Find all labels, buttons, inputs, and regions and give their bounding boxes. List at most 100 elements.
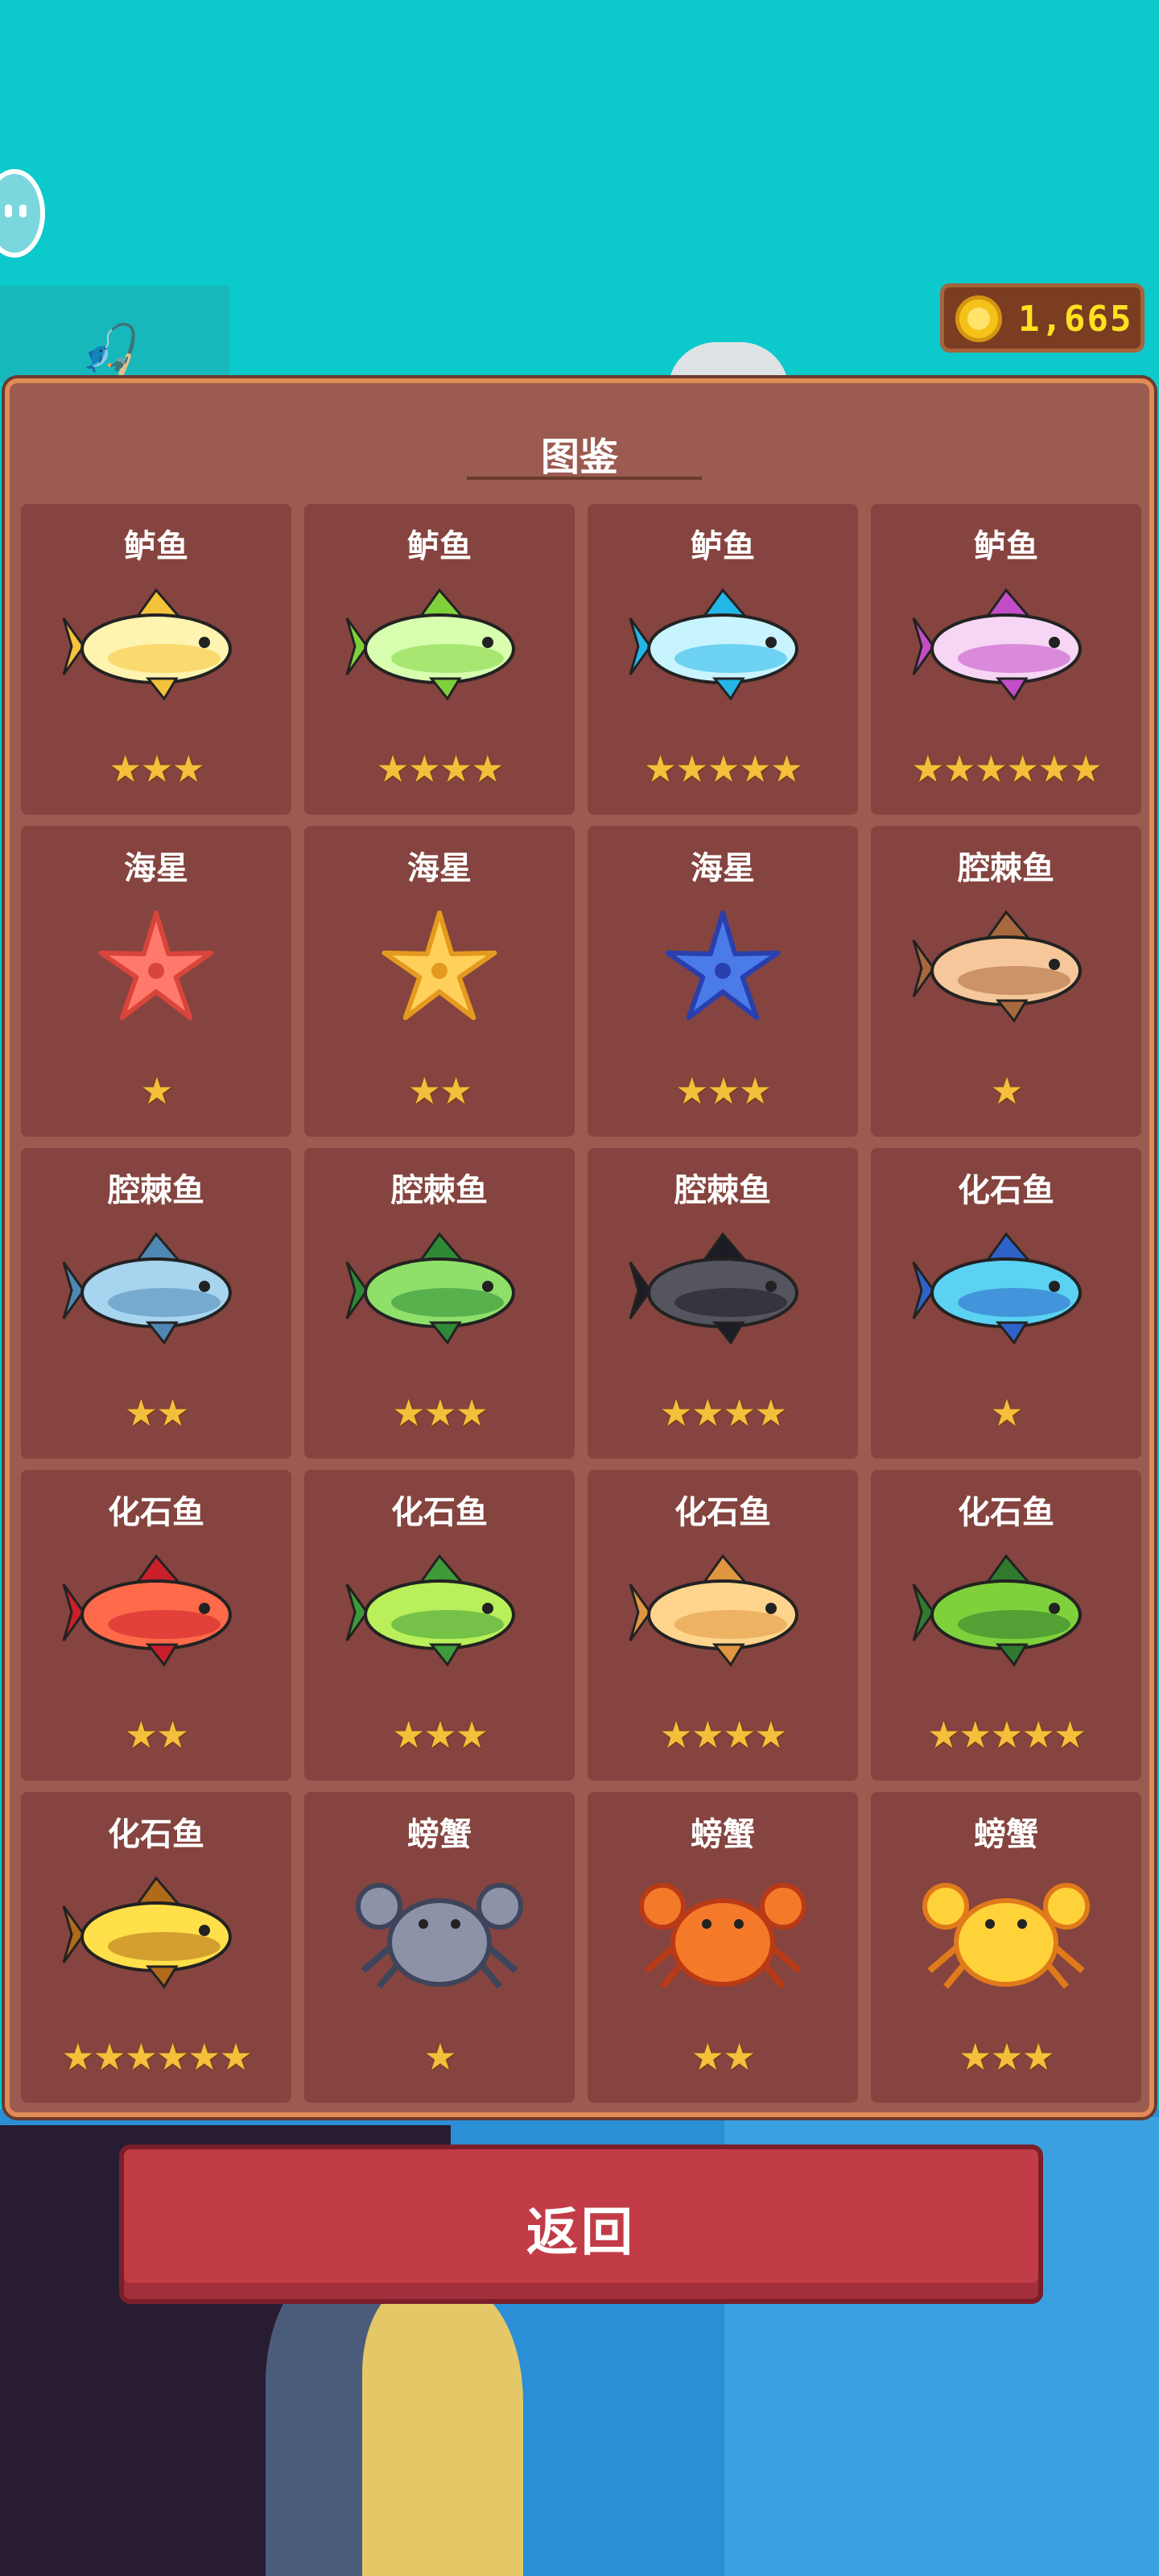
avatar-eye xyxy=(19,204,27,217)
creature-name: 海星 xyxy=(691,850,755,887)
fish-icon xyxy=(62,1876,232,1989)
creature-name: 海星 xyxy=(407,850,472,887)
avatar-eye xyxy=(5,204,12,217)
creature-name: 化石鱼 xyxy=(958,1172,1054,1209)
star-rating: ★★★★★ xyxy=(643,747,803,791)
collection-grid: 鲈鱼 ★★★ 鲈鱼 ★★★★ 鲈鱼 ★★★★★ 鲈鱼 ★★★★★★ 海星 ★ 海星 ★★ 海星 ★★★ 腔棘… xyxy=(21,504,1143,2106)
star-rating: ★★★ xyxy=(392,1713,489,1757)
creature-sprite xyxy=(343,1222,536,1359)
creature-sprite xyxy=(60,1866,253,2003)
fishing-rod-tab[interactable]: 🎣 xyxy=(0,286,229,382)
creature-name: 鲈鱼 xyxy=(407,528,472,565)
creature-sprite xyxy=(626,1866,819,2003)
coin-amount: 1,665 xyxy=(1018,299,1133,340)
sand-strip xyxy=(362,2286,523,2576)
creature-name: 化石鱼 xyxy=(391,1494,488,1531)
collection-card[interactable]: 海星 ★★ xyxy=(304,826,575,1137)
collection-card[interactable]: 化石鱼 ★★★★★ xyxy=(871,1470,1141,1781)
collection-card[interactable]: 螃蟹 ★ xyxy=(304,1792,575,2103)
crab-icon xyxy=(356,1883,523,1989)
star-rating: ★★★★ xyxy=(659,1713,788,1757)
coin-counter: 1,665 xyxy=(940,283,1145,353)
fish-icon xyxy=(345,1554,515,1667)
collection-card[interactable]: 腔棘鱼 ★★★★ xyxy=(588,1148,858,1459)
creature-sprite xyxy=(909,578,1103,715)
creature-sprite xyxy=(60,900,253,1037)
starfish-icon xyxy=(382,910,497,1021)
creature-name: 化石鱼 xyxy=(108,1494,204,1531)
collection-card[interactable]: 腔棘鱼 ★ xyxy=(871,826,1141,1137)
creature-name: 化石鱼 xyxy=(108,1816,204,1853)
collection-card[interactable]: 螃蟹 ★★★ xyxy=(871,1792,1141,2103)
collection-panel: 图鉴 鲈鱼 ★★★ 鲈鱼 ★★★★ 鲈鱼 ★★★★★ 鲈鱼 ★★★★★★ 海星 ★ 海星 ★★ 海星 ★★… xyxy=(5,378,1154,2117)
creature-name: 螃蟹 xyxy=(974,1816,1038,1853)
star-rating: ★★★ xyxy=(675,1069,772,1113)
creature-sprite xyxy=(626,1222,819,1359)
collection-card[interactable]: 鲈鱼 ★★★ xyxy=(21,504,291,815)
fishing-hook-icon: 🎣 xyxy=(80,322,141,378)
collection-card[interactable]: 鲈鱼 ★★★★★★ xyxy=(871,504,1141,815)
star-rating: ★★★★★ xyxy=(926,1713,1087,1757)
fish-icon xyxy=(629,1232,798,1345)
creature-sprite xyxy=(343,900,536,1037)
creature-sprite xyxy=(909,1866,1103,2003)
creature-name: 腔棘鱼 xyxy=(391,1172,488,1209)
creature-sprite xyxy=(343,578,536,715)
creature-sprite xyxy=(909,1544,1103,1681)
fish-icon xyxy=(629,588,798,701)
star-rating: ★★ xyxy=(691,2035,756,2079)
fish-icon xyxy=(345,588,515,701)
fish-icon xyxy=(912,588,1082,701)
star-rating: ★★ xyxy=(407,1069,472,1113)
fish-icon xyxy=(62,1554,232,1667)
starfish-icon xyxy=(98,910,214,1021)
star-rating: ★ xyxy=(990,1391,1023,1435)
creature-name: 螃蟹 xyxy=(407,1816,472,1853)
collection-card[interactable]: 腔棘鱼 ★★★ xyxy=(304,1148,575,1459)
panel-title: 图鉴 xyxy=(540,435,618,480)
star-rating: ★★★★ xyxy=(659,1391,788,1435)
collection-card[interactable]: 螃蟹 ★★ xyxy=(588,1792,858,2103)
star-rating: ★★★★ xyxy=(376,747,505,791)
fish-icon xyxy=(912,1232,1082,1345)
creature-name: 腔棘鱼 xyxy=(674,1172,771,1209)
star-rating: ★★ xyxy=(124,1713,189,1757)
creature-name: 化石鱼 xyxy=(958,1494,1054,1531)
crab-icon xyxy=(639,1883,806,1989)
creature-name: 化石鱼 xyxy=(674,1494,771,1531)
creature-sprite xyxy=(909,1222,1103,1359)
collection-card[interactable]: 鲈鱼 ★★★★★ xyxy=(588,504,858,815)
fish-icon xyxy=(345,1232,515,1345)
collection-card[interactable]: 腔棘鱼 ★★ xyxy=(21,1148,291,1459)
creature-sprite xyxy=(60,578,253,715)
creature-sprite xyxy=(343,1544,536,1681)
coin-icon xyxy=(955,295,1002,342)
back-button-label: 返回 xyxy=(526,2203,636,2263)
title-underline xyxy=(467,477,702,480)
collection-card[interactable]: 化石鱼 ★★★★★★ xyxy=(21,1792,291,2103)
collection-card[interactable]: 鲈鱼 ★★★★ xyxy=(304,504,575,815)
creature-sprite xyxy=(909,900,1103,1037)
creature-name: 鲈鱼 xyxy=(691,528,755,565)
collection-card[interactable]: 化石鱼 ★★ xyxy=(21,1470,291,1781)
collection-card[interactable]: 化石鱼 ★★★★ xyxy=(588,1470,858,1781)
creature-sprite xyxy=(60,1222,253,1359)
fish-icon xyxy=(629,1554,798,1667)
star-rating: ★ xyxy=(990,1069,1023,1113)
star-rating: ★★★ xyxy=(959,2035,1055,2079)
collection-card[interactable]: 海星 ★★★ xyxy=(588,826,858,1137)
back-button[interactable]: 返回 xyxy=(119,2145,1043,2304)
crab-icon xyxy=(922,1883,1090,1989)
fish-icon xyxy=(62,1232,232,1345)
fish-icon xyxy=(912,910,1082,1023)
creature-sprite xyxy=(626,900,819,1037)
creature-name: 腔棘鱼 xyxy=(958,850,1054,887)
collection-card[interactable]: 化石鱼 ★★★ xyxy=(304,1470,575,1781)
star-rating: ★ xyxy=(140,1069,173,1113)
star-rating: ★★★ xyxy=(392,1391,489,1435)
creature-sprite xyxy=(626,578,819,715)
collection-card[interactable]: 化石鱼 ★ xyxy=(871,1148,1141,1459)
star-rating: ★★ xyxy=(124,1391,189,1435)
creature-name: 海星 xyxy=(124,850,188,887)
collection-card[interactable]: 海星 ★ xyxy=(21,826,291,1137)
